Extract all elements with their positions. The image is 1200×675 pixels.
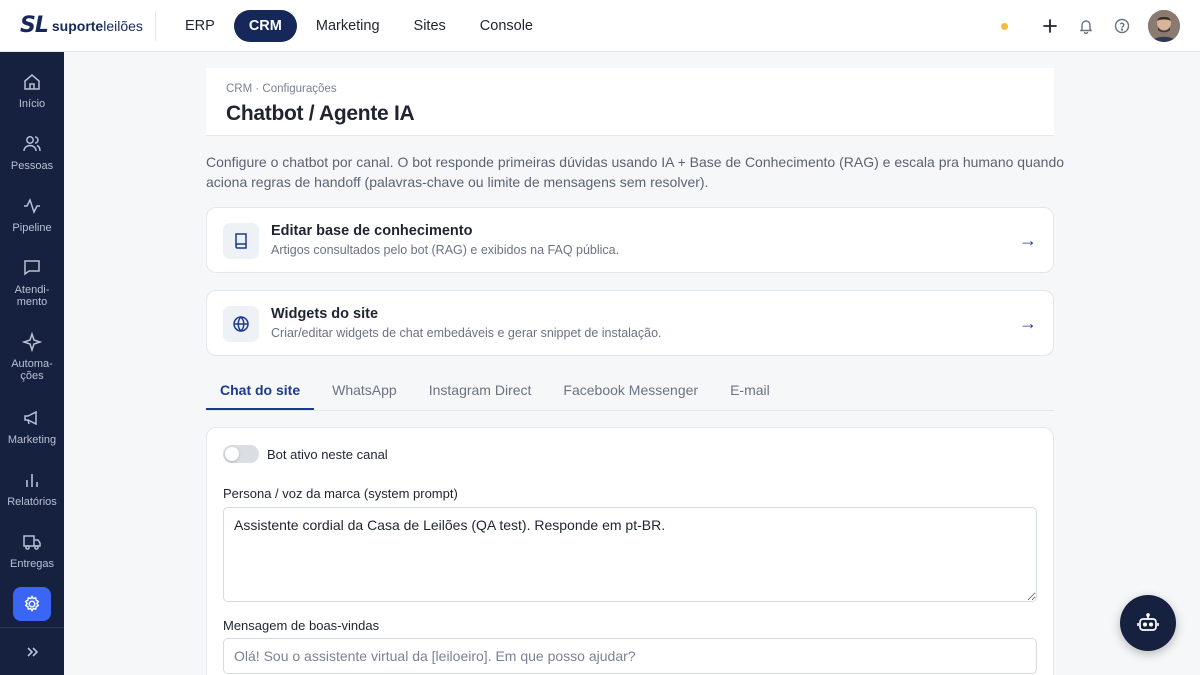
top-actions [1001, 10, 1180, 42]
sparkle-icon [22, 332, 42, 352]
bell-icon[interactable] [1070, 10, 1102, 42]
book-icon [223, 223, 259, 259]
activity-icon [24, 198, 40, 214]
nav-item-console[interactable]: Console [465, 10, 548, 42]
chat-icon [24, 260, 40, 276]
channel-tabs: Chat do site WhatsApp Instagram Direct F… [206, 372, 1054, 411]
breadcrumb[interactable]: CRM · Configurações [226, 83, 337, 95]
sidebar-item-label: Pipeline [12, 222, 52, 234]
sidebar-active-indicator [13, 587, 51, 621]
chatbot-fab-button[interactable] [1120, 595, 1176, 651]
bot-active-toggle[interactable] [223, 445, 259, 463]
logo-mark: SL [20, 13, 49, 38]
page-title: Chatbot / Agente IA [226, 102, 415, 125]
page-header: CRM · Configurações Chatbot / Agente IA [206, 68, 1054, 136]
welcome-label: Mensagem de boas-vindas [223, 618, 380, 633]
main-nav: ERP CRM Marketing Sites Console [170, 9, 548, 42]
main-content: CRM · Configurações Chatbot / Agente IA … [64, 52, 1200, 675]
nav-item-sites[interactable]: Sites [399, 10, 461, 42]
gear-icon [24, 595, 40, 612]
tab-instagram-direct[interactable]: Instagram Direct [415, 372, 546, 410]
megaphone-icon [24, 410, 37, 426]
sidebar-item-inicio[interactable]: Início [0, 72, 64, 110]
nav-item-marketing[interactable]: Marketing [301, 10, 395, 42]
tab-facebook-messenger[interactable]: Facebook Messenger [549, 372, 712, 410]
sidebar-item-pipeline[interactable]: Pipeline [0, 196, 64, 234]
sidebar-item-settings[interactable] [0, 587, 64, 621]
sidebar-item-pessoas[interactable]: Pessoas [0, 134, 64, 172]
status-dot [1001, 22, 1008, 30]
sidebar-collapse-button[interactable] [0, 627, 64, 675]
sidebar-item-label: Atendi- mento [14, 284, 50, 308]
page-description: Configure o chatbot por canal. O bot res… [206, 154, 1065, 190]
nav-item-crm[interactable]: CRM [233, 9, 297, 42]
tab-chat-do-site[interactable]: Chat do site [206, 372, 315, 410]
welcome-message-input[interactable] [223, 638, 1037, 674]
arrow-right-icon[interactable]: → [1019, 230, 1037, 251]
sidebar: Início Pessoas Pipeline Atendi- mento Au… [0, 52, 64, 675]
top-navbar: SL suporteleilões ERP CRM Marketing Site… [0, 0, 1200, 52]
globe-icon [223, 306, 259, 342]
arrow-right-icon[interactable]: → [1019, 313, 1037, 334]
persona-textarea[interactable] [223, 507, 1037, 602]
truck-icon [23, 535, 41, 550]
logo-text: suporteleilões [51, 17, 143, 34]
card-title: Widgets do site [271, 306, 379, 322]
persona-label: Persona / voz da marca (system prompt) [223, 486, 458, 501]
help-icon[interactable] [1106, 10, 1138, 42]
avatar[interactable] [1148, 10, 1180, 42]
card-subtitle: Criar/editar widgets de chat embedáveis … [271, 326, 662, 340]
sidebar-item-marketing[interactable]: Marketing [0, 408, 64, 446]
channel-settings-form: Bot ativo neste canal Persona / voz da m… [206, 427, 1054, 675]
home-icon [24, 74, 40, 90]
robot-icon [1137, 613, 1159, 631]
sidebar-item-label: Marketing [7, 434, 57, 446]
sidebar-item-label: Pessoas [10, 160, 54, 172]
sidebar-item-label: Início [18, 98, 46, 110]
sidebar-item-automacoes[interactable]: Automa- ções [0, 332, 64, 382]
bot-active-label: Bot ativo neste canal [267, 447, 388, 462]
sidebar-item-label: Automa- ções [11, 358, 53, 382]
sidebar-item-relatorios[interactable]: Relatórios [0, 470, 64, 508]
sidebar-item-entregas[interactable]: Entregas [0, 532, 64, 570]
knowledge-base-card[interactable]: Editar base de conhecimento Artigos cons… [206, 207, 1054, 273]
plus-icon[interactable] [1034, 10, 1066, 42]
card-subtitle: Artigos consultados pelo bot (RAG) e exi… [271, 243, 620, 257]
site-widgets-card[interactable]: Widgets do site Criar/editar widgets de … [206, 290, 1054, 356]
sidebar-item-atendimento[interactable]: Atendi- mento [0, 258, 64, 308]
card-title: Editar base de conhecimento [271, 223, 473, 239]
brand-logo[interactable]: SL suporteleilões [0, 10, 156, 41]
tab-whatsapp[interactable]: WhatsApp [318, 372, 411, 410]
users-icon [23, 136, 41, 152]
double-chevron-right-icon [27, 646, 39, 657]
sidebar-item-label: Entregas [9, 558, 55, 570]
bar-chart-icon [26, 474, 38, 487]
sidebar-item-label: Relatórios [7, 496, 57, 508]
tab-email[interactable]: E-mail [716, 372, 784, 410]
nav-item-erp[interactable]: ERP [170, 10, 230, 42]
toggle-knob [225, 447, 239, 461]
